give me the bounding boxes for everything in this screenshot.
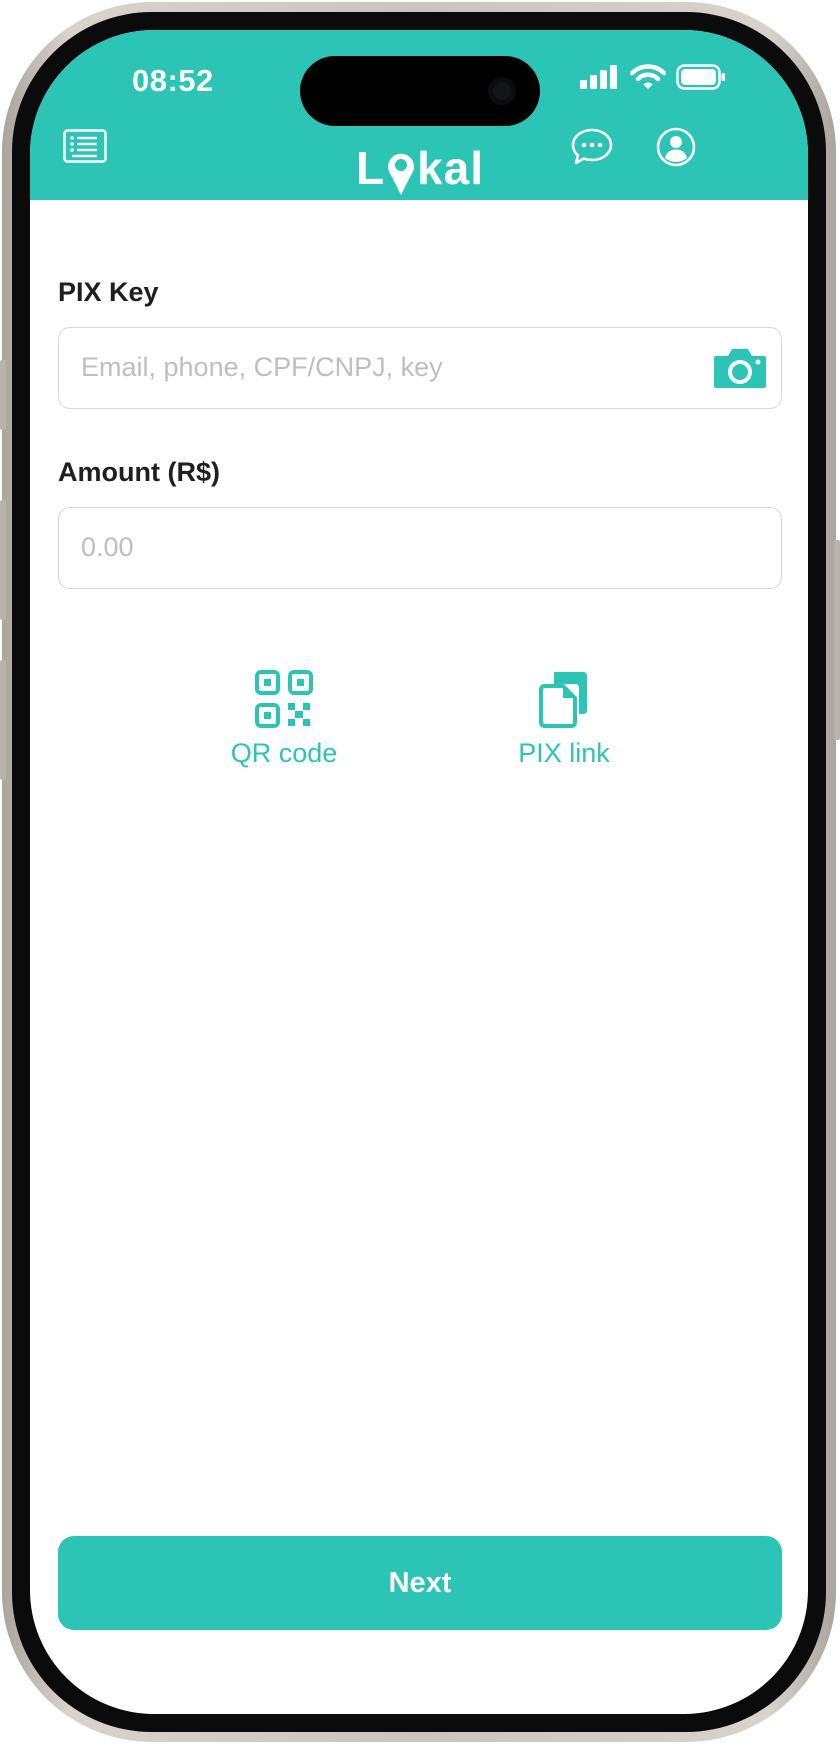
amount-label: Amount (R$) [58,457,220,487]
pix-key-input[interactable] [79,328,639,407]
app-header: 08:52 L kal [30,30,808,200]
chat-button[interactable] [570,126,614,168]
pix-key-field [58,327,782,409]
profile-button[interactable] [655,126,697,168]
cellular-signal-icon [580,65,617,89]
list-icon [63,129,107,163]
amount-field [58,507,782,589]
copy-paste-icon [539,672,587,728]
menu-button[interactable] [62,128,108,164]
scan-camera-button[interactable] [711,345,769,391]
qr-code-label: QR code [230,738,338,768]
volume-up-button [0,500,6,620]
chat-bubble-icon [571,128,613,165]
front-camera [488,77,516,105]
power-button [834,540,840,740]
pix-link-label: PIX link [518,738,610,768]
dynamic-island [300,56,540,126]
action-button [0,360,6,430]
camera-icon [714,349,766,388]
amount-input[interactable] [79,508,639,587]
user-circle-icon [656,127,696,167]
app-logo: L kal [340,138,500,198]
logo-letters-kal: kal [417,142,485,194]
qr-code-icon [255,670,313,728]
screen: 08:52 L kal PIX Key Email, phone, CPF/CN… [30,30,808,1714]
qr-code-action[interactable]: QR code [194,670,374,769]
location-pin-icon [386,148,416,196]
next-button[interactable]: Next [58,1536,782,1630]
status-icons [580,64,726,90]
pix-link-action[interactable]: PIX link [474,670,654,769]
battery-icon [676,64,725,90]
status-time: 08:52 [132,63,214,98]
volume-down-button [0,660,6,780]
wifi-icon [630,64,666,89]
logo-letter-l: L [355,142,386,194]
pix-key-label: PIX Key [58,277,159,307]
